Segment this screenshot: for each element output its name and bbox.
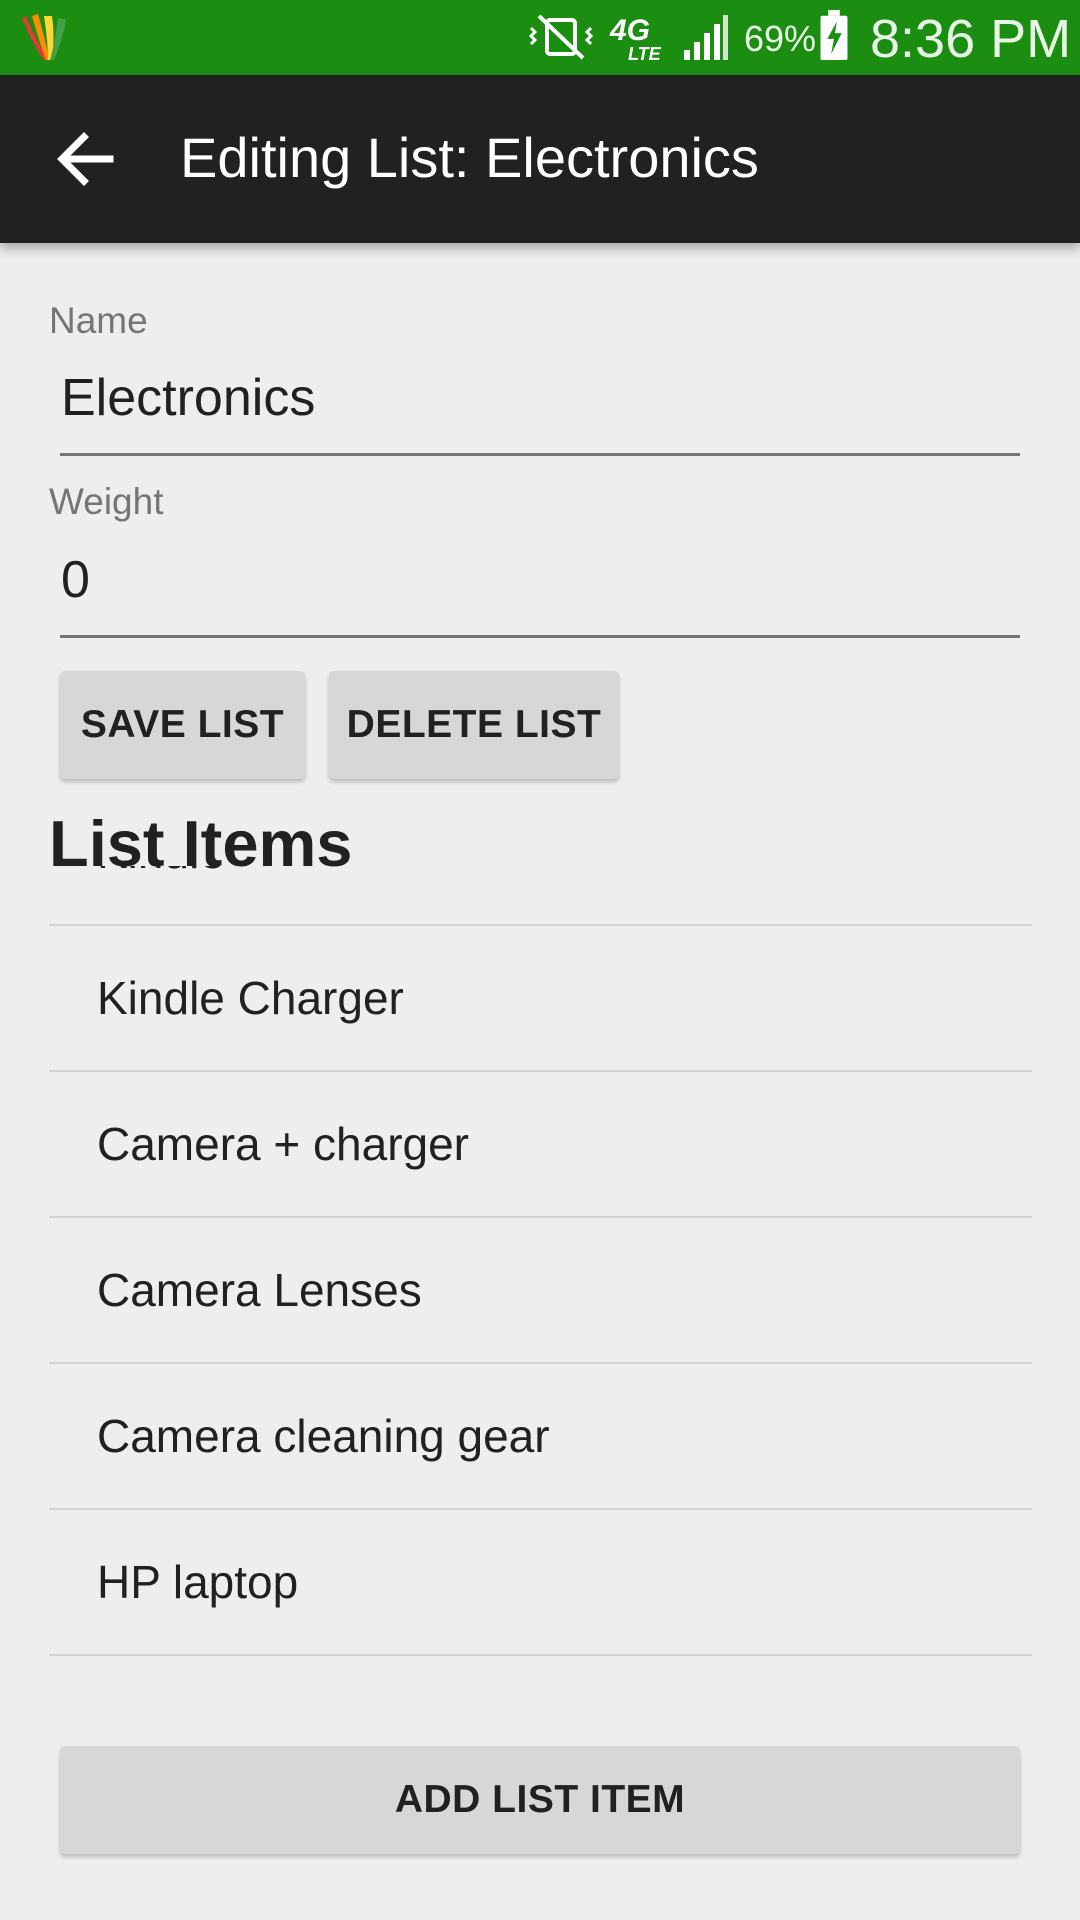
status-clock: 8:36 PM [870,9,1072,69]
list-item-label: Kindle Charger [97,972,404,1024]
list-items-heading: List Items [49,807,353,880]
list-item-label: Camera Lenses [97,1264,422,1316]
weight-input[interactable] [60,538,1020,638]
battery-percentage: 69% [744,18,817,59]
name-input[interactable] [60,356,1020,456]
svg-text:4G: 4G [609,14,650,47]
app-logo-icon [22,14,66,60]
list-item[interactable]: Kindle Charger [49,926,1032,1072]
vibrate-mute-icon [528,14,594,60]
list-item[interactable]: HP laptop [49,1510,1032,1656]
list-item[interactable]: Camera cleaning gear [49,1364,1032,1510]
save-list-button[interactable]: SAVE LIST [60,671,305,779]
signal-strength-icon [684,15,728,60]
battery-charging-icon [820,10,848,60]
list-item-label: Camera + charger [97,1118,469,1170]
svg-text:LTE: LTE [628,44,662,62]
add-list-item-button[interactable]: ADD LIST ITEM [60,1746,1020,1854]
list-item[interactable]: Camera + charger [49,1072,1032,1218]
back-arrow-icon[interactable] [44,117,128,201]
list-items-scroll[interactable]: Kindle Kindle Charger Camera + charger C… [49,866,1032,1689]
page-title: Editing List: Electronics [180,126,759,189]
list-item[interactable]: Camera Lenses [49,1218,1032,1364]
app-bar: Editing List: Electronics [0,75,1080,243]
network-4g-lte-icon: 4G LTE [609,14,662,62]
list-item-label: Camera cleaning gear [97,1410,550,1462]
list-item-label: HP laptop [97,1556,299,1608]
weight-label: Weight [49,481,164,522]
status-bar: 4G LTE 69% 8:36 PM [0,0,1080,75]
name-label: Name [49,300,148,341]
delete-list-button[interactable]: DELETE LIST [329,671,619,779]
